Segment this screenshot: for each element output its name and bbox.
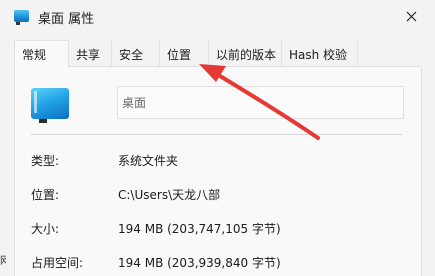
title-bar: 桌面 属性 (0, 0, 435, 32)
close-button[interactable] (399, 4, 423, 28)
tab-label: 安全 (119, 47, 144, 62)
size-on-disk-label: 占用空间: (31, 256, 84, 270)
tab-security[interactable]: 安全 (112, 40, 160, 67)
tab-strip: 常规 共享 安全 位置 以前的版本 Hash 校验 (14, 40, 358, 68)
folder-name-field[interactable]: 桌面 (117, 86, 404, 119)
folder-name-value: 桌面 (122, 96, 147, 110)
location-label: 位置: (31, 188, 60, 202)
close-icon (406, 11, 416, 21)
tab-label: 以前的版本 (216, 47, 277, 62)
tab-hash-check[interactable]: Hash 校验 (282, 40, 358, 67)
divider (31, 134, 402, 135)
tab-label: 常规 (22, 47, 47, 62)
desktop-folder-large-icon (31, 88, 69, 123)
tab-label: Hash 校验 (289, 47, 348, 62)
type-label: 类型: (31, 154, 60, 168)
type-value: 系统文件夹 (118, 154, 179, 168)
background-edge-text: 网 (0, 256, 6, 267)
tab-previous-versions[interactable]: 以前的版本 (209, 40, 282, 67)
tab-label: 位置 (167, 47, 192, 62)
tab-location[interactable]: 位置 (160, 40, 209, 67)
size-value: 194 MB (203,747,105 字节) (118, 222, 281, 236)
tab-sharing[interactable]: 共享 (69, 40, 112, 67)
window-title: 桌面 属性 (38, 12, 95, 27)
desktop-folder-icon (14, 10, 29, 25)
size-label: 大小: (31, 222, 60, 236)
size-on-disk-value: 194 MB (203,939,840 字节) (118, 256, 281, 270)
tab-label: 共享 (76, 47, 101, 62)
location-value: C:\Users\天龙八部 (118, 188, 221, 202)
tab-general[interactable]: 常规 (14, 40, 69, 68)
